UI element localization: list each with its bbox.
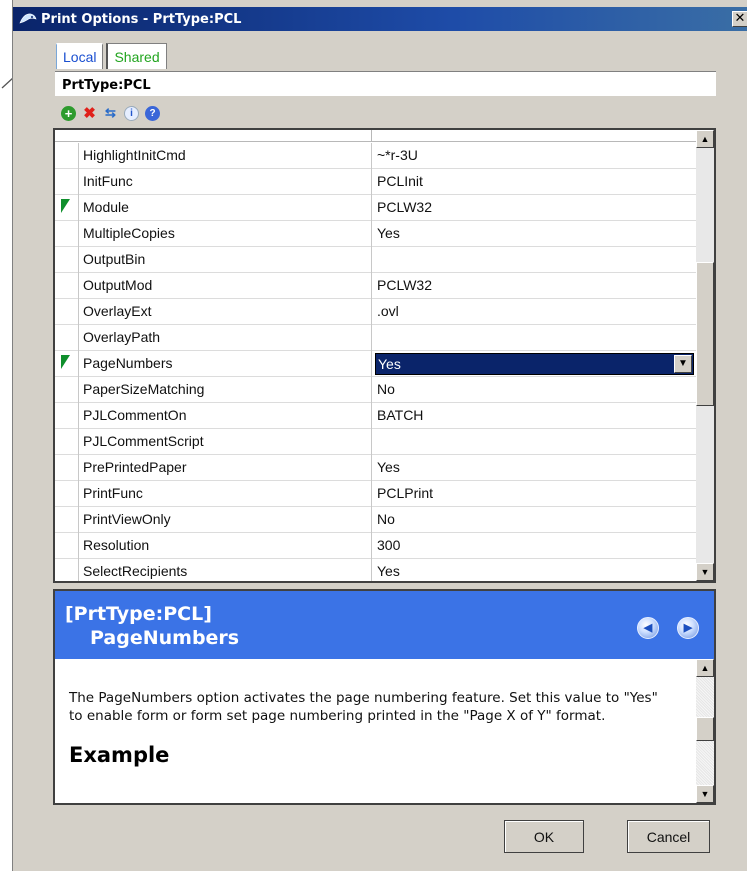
- next-icon[interactable]: ▶: [677, 617, 699, 639]
- cancel-button[interactable]: Cancel: [627, 820, 710, 853]
- scroll-thumb[interactable]: [696, 262, 714, 406]
- table-row[interactable]: PaperSizeMatching No: [55, 377, 696, 403]
- property-name: Module: [83, 199, 129, 215]
- property-name: PJLCommentScript: [83, 433, 204, 449]
- dropdown-selected-value: Yes: [378, 356, 401, 372]
- scroll-thumb[interactable]: [696, 717, 714, 741]
- add-icon[interactable]: +: [61, 105, 76, 121]
- property-value[interactable]: Yes: [377, 563, 400, 579]
- table-row[interactable]: SelectRecipients Yes: [55, 559, 696, 581]
- scroll-up-icon[interactable]: ▲: [696, 659, 714, 677]
- property-name: Resolution: [83, 537, 150, 553]
- property-value[interactable]: ~*r-3U: [377, 147, 418, 163]
- help-title: [PrtType:PCL]: [65, 603, 212, 625]
- app-icon: [19, 13, 37, 24]
- grid-scrollbar[interactable]: ▲ ▼: [696, 130, 714, 581]
- previous-icon[interactable]: ◀: [637, 617, 659, 639]
- grid-header: [55, 130, 696, 142]
- property-value[interactable]: BATCH: [377, 407, 423, 423]
- tab-bar: Local Shared: [56, 43, 167, 69]
- property-name: OutputMod: [83, 277, 153, 293]
- property-name: PrintFunc: [83, 485, 143, 501]
- property-value[interactable]: PCLW32: [377, 277, 432, 293]
- section-title: PrtType:PCL: [62, 78, 151, 93]
- property-name: InitFunc: [83, 173, 133, 189]
- table-row-selected[interactable]: PageNumbers Yes ▼: [55, 351, 696, 377]
- table-row[interactable]: HighlightInitCmd ~*r-3U: [55, 143, 696, 169]
- table-row[interactable]: PrintViewOnly No: [55, 507, 696, 533]
- property-value[interactable]: 300: [377, 537, 400, 553]
- table-row[interactable]: MultipleCopies Yes: [55, 221, 696, 247]
- table-row[interactable]: PrintFunc PCLPrint: [55, 481, 696, 507]
- property-value[interactable]: PCLW32: [377, 199, 432, 215]
- property-value[interactable]: .ovl: [377, 303, 399, 319]
- property-name: PaperSizeMatching: [83, 381, 205, 397]
- property-name: PJLCommentOn: [83, 407, 187, 423]
- property-value[interactable]: Yes: [377, 459, 400, 475]
- tab-local[interactable]: Local: [56, 43, 104, 69]
- property-name: PrintViewOnly: [83, 511, 171, 527]
- delete-icon[interactable]: ✖: [82, 105, 97, 122]
- chevron-down-icon[interactable]: ▼: [674, 355, 692, 373]
- table-row[interactable]: OutputMod PCLW32: [55, 273, 696, 299]
- property-name: PrePrintedPaper: [83, 459, 187, 475]
- property-name: OverlayPath: [83, 329, 161, 345]
- table-row[interactable]: InitFunc PCLInit: [55, 169, 696, 195]
- property-value[interactable]: PCLInit: [377, 173, 423, 189]
- property-value[interactable]: No: [377, 511, 395, 527]
- table-row[interactable]: OverlayExt .ovl: [55, 299, 696, 325]
- help-subtitle: PageNumbers: [90, 627, 240, 649]
- modified-marker-icon: [61, 355, 70, 369]
- page-numbers-dropdown[interactable]: Yes ▼: [375, 353, 694, 375]
- help-body-text: The PageNumbers option activates the pag…: [69, 690, 658, 724]
- property-value[interactable]: Yes: [377, 225, 400, 241]
- help-panel: [PrtType:PCL] PageNumbers ◀ ▶ The PageNu…: [53, 589, 716, 805]
- property-name: MultipleCopies: [83, 225, 175, 241]
- scroll-up-icon[interactable]: ▲: [696, 130, 714, 148]
- table-row[interactable]: OutputBin: [55, 247, 696, 273]
- help-banner: [PrtType:PCL] PageNumbers ◀ ▶: [55, 591, 714, 659]
- property-name: SelectRecipients: [83, 563, 188, 579]
- print-options-dialog: Print Options - PrtType:PCL ✕ Local Shar…: [12, 0, 747, 871]
- property-value[interactable]: No: [377, 381, 395, 397]
- move-icon[interactable]: ⇆: [103, 105, 118, 121]
- scroll-down-icon[interactable]: ▼: [696, 785, 714, 803]
- table-row[interactable]: Module PCLW32: [55, 195, 696, 221]
- section-header: PrtType:PCL: [55, 71, 716, 96]
- property-name: HighlightInitCmd: [83, 147, 186, 163]
- scroll-down-icon[interactable]: ▼: [696, 563, 714, 581]
- table-row[interactable]: OverlayPath: [55, 325, 696, 351]
- property-name: OverlayExt: [83, 303, 152, 319]
- close-button[interactable]: ✕: [732, 11, 747, 27]
- window-title: Print Options - PrtType:PCL: [41, 11, 242, 27]
- table-row[interactable]: PJLCommentOn BATCH: [55, 403, 696, 429]
- property-value[interactable]: PCLPrint: [377, 485, 433, 501]
- modified-marker-icon: [61, 199, 70, 213]
- info-icon[interactable]: i: [124, 105, 139, 121]
- help-scrollbar[interactable]: ▲ ▼: [696, 659, 714, 803]
- title-bar: Print Options - PrtType:PCL ✕: [13, 7, 747, 31]
- property-name: OutputBin: [83, 251, 146, 267]
- property-name: PageNumbers: [83, 355, 173, 371]
- table-row[interactable]: PJLCommentScript: [55, 429, 696, 455]
- ok-button[interactable]: OK: [504, 820, 584, 853]
- table-row[interactable]: Resolution 300: [55, 533, 696, 559]
- property-grid: HighlightInitCmd ~*r-3U InitFunc PCLInit…: [53, 128, 716, 583]
- tab-shared[interactable]: Shared: [106, 43, 167, 69]
- example-heading: Example: [69, 743, 170, 767]
- table-row[interactable]: PrePrintedPaper Yes: [55, 455, 696, 481]
- toolbar: + ✖ ⇆ i ?: [61, 103, 160, 123]
- help-icon[interactable]: ?: [145, 105, 160, 121]
